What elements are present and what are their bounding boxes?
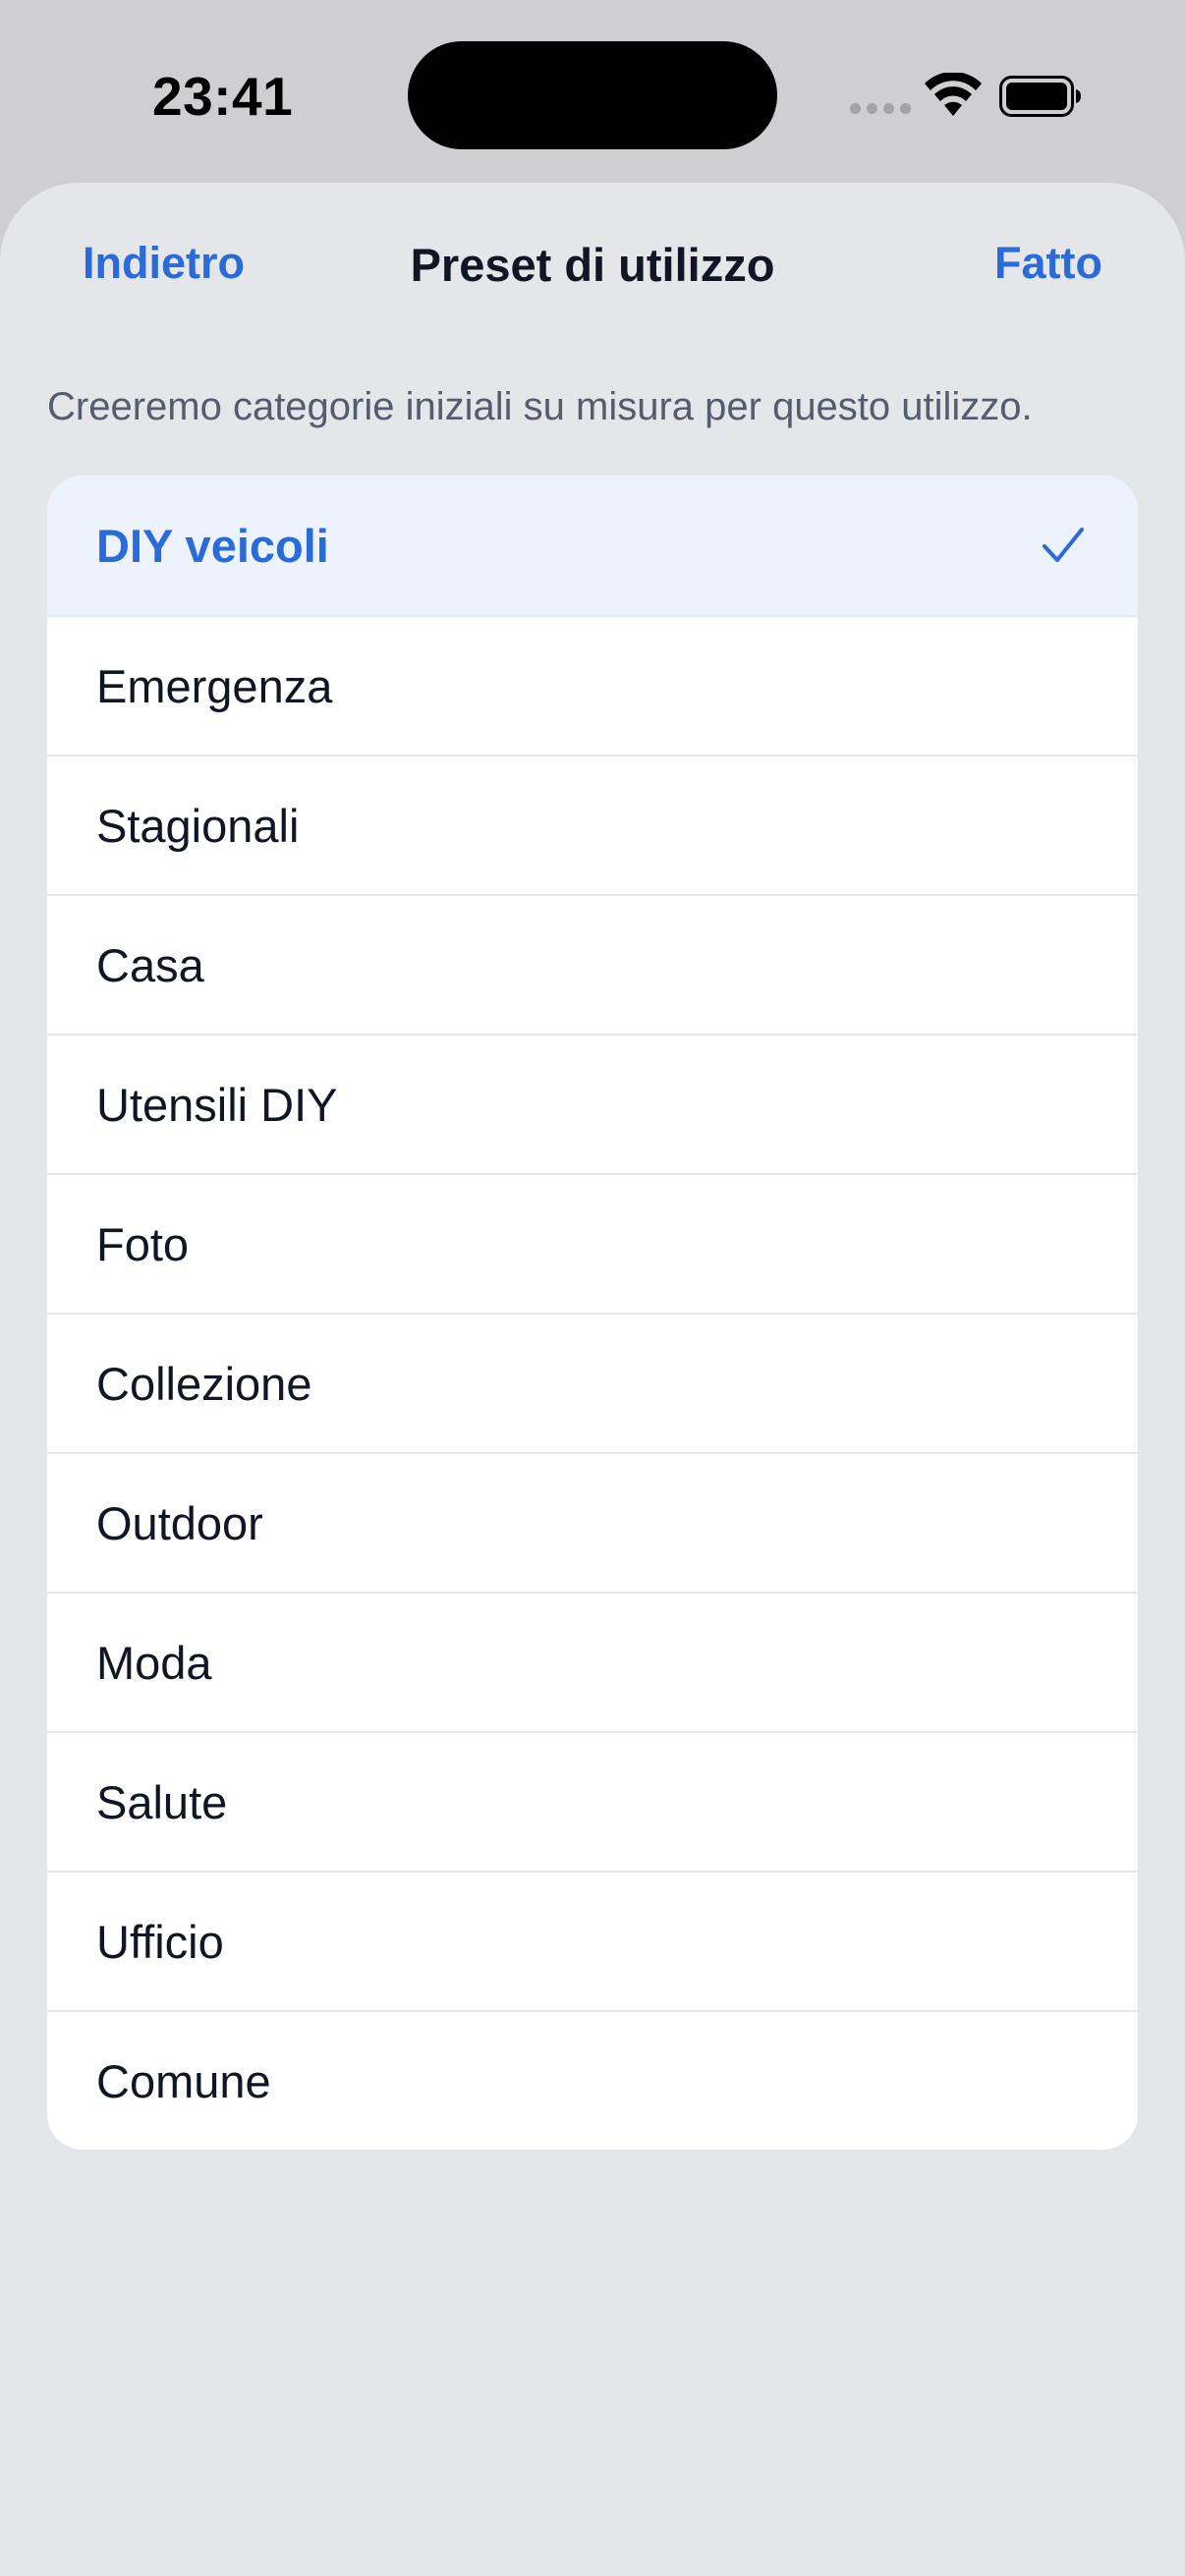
preset-item-label: Stagionali (96, 799, 300, 852)
dynamic-island (408, 41, 777, 149)
preset-item[interactable]: Salute (47, 1731, 1138, 1871)
preset-item[interactable]: Casa (47, 894, 1138, 1034)
wifi-icon (925, 73, 982, 116)
preset-item-label: Ufficio (96, 1915, 224, 1968)
battery-icon (999, 76, 1081, 117)
preset-item-label: DIY veicoli (96, 519, 329, 572)
preset-item[interactable]: Outdoor (47, 1452, 1138, 1592)
preset-item[interactable]: Moda (47, 1592, 1138, 1731)
preset-item-label: Casa (96, 938, 204, 991)
status-time: 23:41 (152, 66, 294, 127)
preset-item[interactable]: Foto (47, 1173, 1138, 1313)
preset-item-label: Comune (96, 2054, 271, 2107)
done-button[interactable]: Fatto (994, 238, 1102, 289)
checkmark-icon (1043, 528, 1084, 562)
nav-bar: Indietro Preset di utilizzo Fatto (0, 183, 1185, 346)
preset-item[interactable]: Collezione (47, 1313, 1138, 1452)
preset-item[interactable]: Emergenza (47, 615, 1138, 755)
preset-list: DIY veicoli Emergenza Stagionali Casa Ut… (47, 476, 1138, 2150)
status-bar: 23:41 (0, 0, 1185, 183)
subtitle: Creeremo categorie iniziali su misura pe… (47, 385, 1033, 428)
preset-item-label: Outdoor (96, 1496, 263, 1549)
preset-item-label: Salute (96, 1775, 228, 1828)
preset-item-label: Foto (96, 1217, 190, 1270)
preset-item-label: Emergenza (96, 659, 333, 712)
preset-item[interactable]: Stagionali (47, 755, 1138, 894)
preset-item[interactable]: DIY veicoli (47, 476, 1138, 615)
preset-item[interactable]: Comune (47, 2010, 1138, 2150)
preset-item-label: Collezione (96, 1357, 312, 1410)
preset-item[interactable]: Ufficio (47, 1871, 1138, 2010)
cellular-signal-icon (850, 103, 911, 114)
preset-item-label: Moda (96, 1636, 212, 1689)
preset-sheet: Indietro Preset di utilizzo Fatto Creere… (0, 183, 1185, 2576)
preset-item[interactable]: Utensili DIY (47, 1034, 1138, 1173)
preset-item-label: Utensili DIY (96, 1078, 338, 1131)
